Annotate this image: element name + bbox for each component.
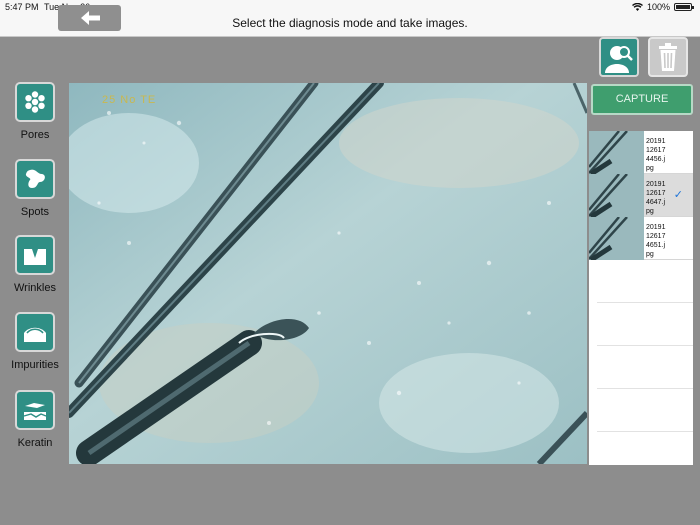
mode-wrinkles[interactable]: Wrinkles xyxy=(8,235,62,294)
thumbnail-filename: 20191 12617 4647.j pg xyxy=(646,181,666,215)
empty-list-row xyxy=(597,346,693,389)
delete-button[interactable] xyxy=(648,37,688,77)
mode-pores[interactable]: Pores xyxy=(8,82,62,141)
mode-label: Impurities xyxy=(11,359,59,371)
mode-label: Spots xyxy=(20,206,50,218)
battery-icon xyxy=(674,3,694,11)
status-time: 5:47 PM xyxy=(5,2,39,12)
mode-label: Wrinkles xyxy=(14,282,56,294)
thumbnail-row[interactable]: 20191 12617 4651.j pg xyxy=(589,217,693,260)
thumbnail-image xyxy=(589,174,644,217)
keratin-icon xyxy=(15,390,55,430)
thumbnail-filename: 20191 12617 4456.j pg xyxy=(646,138,666,172)
user-search-icon xyxy=(605,46,633,73)
impurities-icon xyxy=(15,312,55,352)
thumbnail-row-selected[interactable]: 20191 12617 4647.j pg ✓ xyxy=(589,174,693,217)
mode-impurities[interactable]: Impurities xyxy=(8,312,62,371)
thumbnail-image xyxy=(589,217,644,260)
mode-spots[interactable]: Spots xyxy=(8,159,62,218)
arrow-left-icon xyxy=(81,11,100,25)
capture-button[interactable]: CAPTURE xyxy=(591,84,693,115)
wifi-icon xyxy=(631,3,643,11)
mode-label: Keratin xyxy=(17,437,53,449)
thumbnail-image xyxy=(589,131,644,174)
empty-list-row xyxy=(597,389,693,432)
empty-list-row xyxy=(597,303,693,346)
status-right: 100% xyxy=(631,2,694,12)
battery-percent: 100% xyxy=(646,2,670,12)
trash-icon xyxy=(659,43,677,71)
viewer-overlay-text: 25 No TE xyxy=(102,94,157,106)
wrinkles-icon xyxy=(15,235,55,275)
user-search-button[interactable] xyxy=(599,37,639,77)
checkmark-icon: ✓ xyxy=(673,189,683,201)
spots-icon xyxy=(15,159,55,199)
camera-viewer[interactable]: 25 No TE xyxy=(69,83,587,464)
mode-label: Pores xyxy=(20,129,50,141)
thumbnail-filename: 20191 12617 4651.j pg xyxy=(646,224,666,258)
mode-keratin[interactable]: Keratin xyxy=(8,390,62,449)
pores-icon xyxy=(15,82,55,122)
back-button[interactable] xyxy=(58,5,121,31)
thumbnail-row[interactable]: 20191 12617 4456.j pg xyxy=(589,131,693,174)
empty-list-row xyxy=(597,260,693,303)
captured-image-list[interactable]: 20191 12617 4456.j pg 20191 12617 4647.j pg ✓ … xyxy=(589,131,693,465)
skin-microscope-image xyxy=(69,83,587,464)
